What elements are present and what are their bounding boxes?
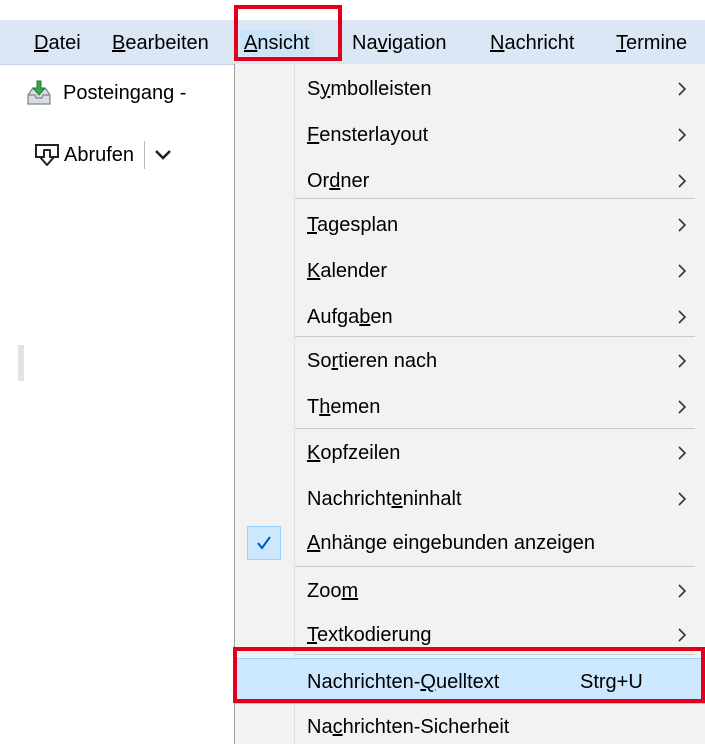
get-messages-icon[interactable] <box>34 142 60 168</box>
inbox-download-icon <box>25 79 53 107</box>
menu-nachricht[interactable]: Nachricht <box>486 30 578 56</box>
chevron-right-icon <box>678 400 687 414</box>
chevron-right-icon <box>678 174 687 188</box>
chevron-right-icon <box>678 310 687 324</box>
chevron-right-icon <box>678 264 687 278</box>
pane-splitter[interactable] <box>18 345 24 381</box>
menu-item-zoom[interactable]: Zoom <box>235 568 705 614</box>
ansicht-dropdown-menu: Symbolleisten Fensterlayout Ordner Tages… <box>234 64 705 744</box>
menu-item-nachrichteninhalt[interactable]: Nachrichteninhalt <box>235 476 705 522</box>
menu-separator <box>295 198 695 199</box>
menu-item-sortieren-nach[interactable]: Sortieren nach <box>235 338 705 384</box>
menu-separator <box>295 566 695 567</box>
chevron-right-icon <box>678 628 687 642</box>
menu-navigation[interactable]: Navigation <box>348 30 451 56</box>
highlight-box-quelltext <box>233 647 705 703</box>
chevron-right-icon <box>678 354 687 368</box>
menu-bearbeiten[interactable]: Bearbeiten <box>108 30 213 56</box>
menu-item-themen[interactable]: Themen <box>235 384 705 430</box>
menu-item-fensterlayout[interactable]: Fensterlayout <box>235 112 705 158</box>
chevron-right-icon <box>678 446 687 460</box>
menu-bar: Datei Bearbeiten Ansicht Navigation Nach… <box>0 20 705 65</box>
menu-separator <box>295 428 695 429</box>
menu-item-aufgaben[interactable]: Aufgaben <box>235 294 705 340</box>
menu-item-kopfzeilen[interactable]: Kopfzeilen <box>235 430 705 476</box>
menu-item-kalender[interactable]: Kalender <box>235 248 705 294</box>
chevron-right-icon <box>678 128 687 142</box>
checkmark-icon <box>247 526 281 560</box>
menu-datei[interactable]: Datei <box>30 30 85 56</box>
menu-item-anhaenge-eingebunden[interactable]: Anhänge eingebunden anzeigen <box>235 520 705 566</box>
chevron-down-icon[interactable] <box>153 145 173 165</box>
toolbar-separator <box>144 141 146 169</box>
toolbar: Abrufen <box>34 135 173 175</box>
chevron-right-icon <box>678 82 687 96</box>
highlight-box-ansicht <box>234 5 342 61</box>
chevron-right-icon <box>678 492 687 506</box>
menu-separator <box>295 336 695 337</box>
get-messages-button[interactable]: Abrufen <box>64 144 134 167</box>
menu-item-tagesplan[interactable]: Tagesplan <box>235 202 705 248</box>
chevron-right-icon <box>678 218 687 232</box>
menu-item-nachrichten-sicherheit[interactable]: Nachrichten-Sicherheit <box>235 704 705 750</box>
menu-item-symbolleisten[interactable]: Symbolleisten <box>235 66 705 112</box>
menu-termine[interactable]: Termine <box>612 30 691 56</box>
tab-label: Posteingang - <box>63 81 187 104</box>
chevron-right-icon <box>678 584 687 598</box>
